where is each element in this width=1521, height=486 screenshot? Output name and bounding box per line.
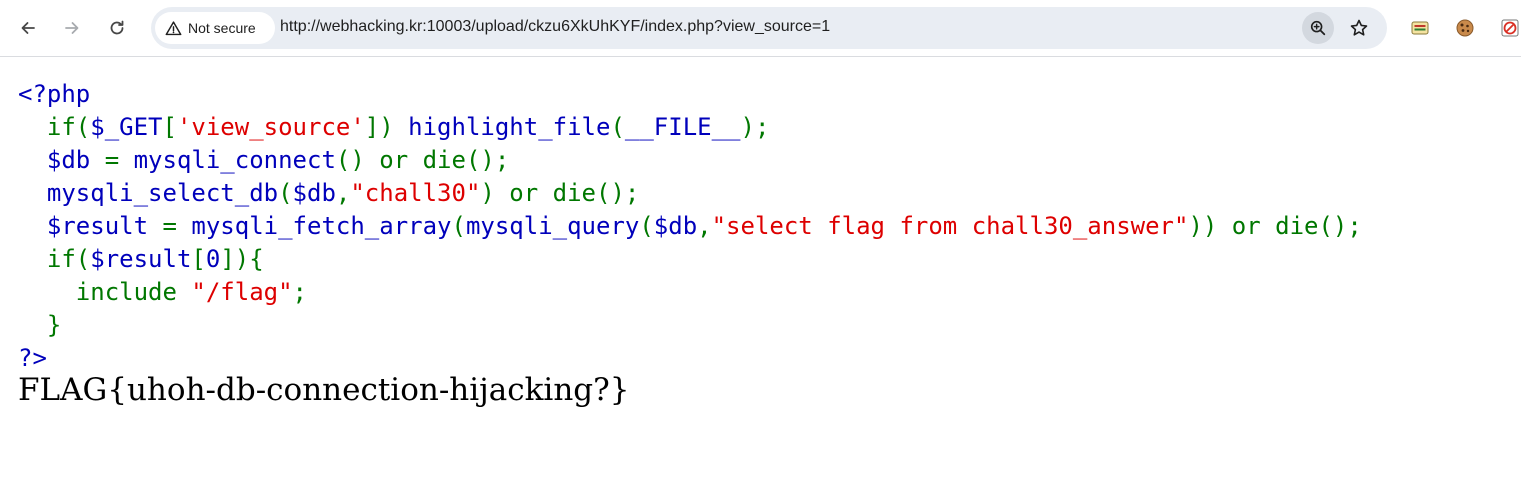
code-token: ]){ — [220, 245, 264, 273]
browser-toolbar: Not secure http://webhacking.kr:10003/up… — [0, 0, 1521, 57]
code-line: ?> — [18, 342, 1362, 375]
code-token: $result — [18, 212, 163, 240]
bookmark-button[interactable] — [1343, 12, 1375, 44]
code-token: [ — [191, 245, 206, 273]
code-line: $db = mysqli_connect() or die(); — [18, 144, 1362, 177]
url-text[interactable]: http://webhacking.kr:10003/upload/ckzu6X… — [280, 18, 830, 36]
code-token: ( — [610, 113, 625, 141]
code-token: ( — [451, 212, 466, 240]
code-token: ]) — [364, 113, 409, 141]
code-token: mysqli_select_db — [18, 179, 279, 207]
zoom-in-icon — [1310, 20, 1326, 36]
block-extension-button[interactable] — [1499, 17, 1521, 39]
code-token: ( — [639, 212, 654, 240]
cookie-extension-button[interactable] — [1454, 17, 1476, 39]
code-token: "/flag" — [191, 278, 293, 306]
code-token: include — [18, 278, 192, 306]
reload-icon — [110, 20, 124, 35]
code-token: } — [18, 311, 62, 339]
code-token: highlight_file — [408, 113, 611, 141]
cookie-icon — [1456, 19, 1474, 37]
code-line: if($_GET['view_source']) highlight_file(… — [18, 111, 1362, 144]
code-line: } — [18, 309, 1362, 342]
code-token: "chall30" — [350, 179, 481, 207]
back-button[interactable] — [10, 10, 46, 46]
code-token: = — [162, 212, 192, 240]
reload-button[interactable] — [99, 10, 135, 46]
code-line: mysqli_select_db($db,"chall30") or die()… — [18, 177, 1362, 210]
code-token: $_GET — [90, 113, 163, 141]
code-token: 0 — [205, 245, 221, 273]
code-token: , — [335, 179, 351, 207]
code-token: $db — [653, 212, 698, 240]
code-line: <?php — [18, 78, 1362, 111]
arrow-left-icon — [21, 22, 35, 34]
code-line: if($result[0]){ — [18, 243, 1362, 276]
zoom-button[interactable] — [1302, 12, 1334, 44]
code-line: $result = mysqli_fetch_array(mysqli_quer… — [18, 210, 1362, 243]
code-token: () or die(); — [335, 146, 510, 174]
code-token: if( — [18, 245, 91, 273]
block-icon — [1501, 19, 1519, 37]
warning-triangle-icon — [165, 20, 182, 35]
code-token: $result — [90, 245, 192, 273]
star-icon — [1350, 19, 1368, 36]
code-token: <?php — [18, 80, 91, 108]
code-token: ) or die(); — [480, 179, 640, 207]
code-token: ; — [292, 278, 307, 306]
forward-button[interactable] — [54, 10, 90, 46]
flag-output: FLAG{uhoh-db-connection-hijacking?} — [18, 372, 630, 408]
security-label: Not secure — [188, 20, 256, 36]
code-token: = — [104, 146, 134, 174]
code-token: $db — [292, 179, 336, 207]
address-bar[interactable]: Not secure http://webhacking.kr:10003/up… — [151, 7, 1387, 49]
code-token: mysqli_query — [465, 212, 640, 240]
code-token: if( — [18, 113, 91, 141]
code-token: ( — [278, 179, 293, 207]
php-source-code: <?php if($_GET['view_source']) highlight… — [18, 78, 1362, 375]
code-line: include "/flag"; — [18, 276, 1362, 309]
arrow-right-icon — [65, 22, 79, 34]
code-token: mysqli_connect — [133, 146, 336, 174]
code-token: [ — [162, 113, 177, 141]
extension-badge-icon — [1411, 21, 1429, 35]
code-token: , — [697, 212, 712, 240]
code-token: __FILE__ — [624, 113, 741, 141]
code-token: "select flag from chall30_answer" — [711, 212, 1189, 240]
code-token: $db — [18, 146, 105, 174]
code-token: 'view_source' — [176, 113, 365, 141]
security-chip[interactable]: Not secure — [155, 12, 275, 44]
code-token: )) or die(); — [1188, 212, 1362, 240]
code-token: ); — [740, 113, 770, 141]
code-token: mysqli_fetch_array — [191, 212, 452, 240]
code-token: ?> — [18, 344, 47, 372]
extension-button[interactable] — [1409, 17, 1431, 39]
